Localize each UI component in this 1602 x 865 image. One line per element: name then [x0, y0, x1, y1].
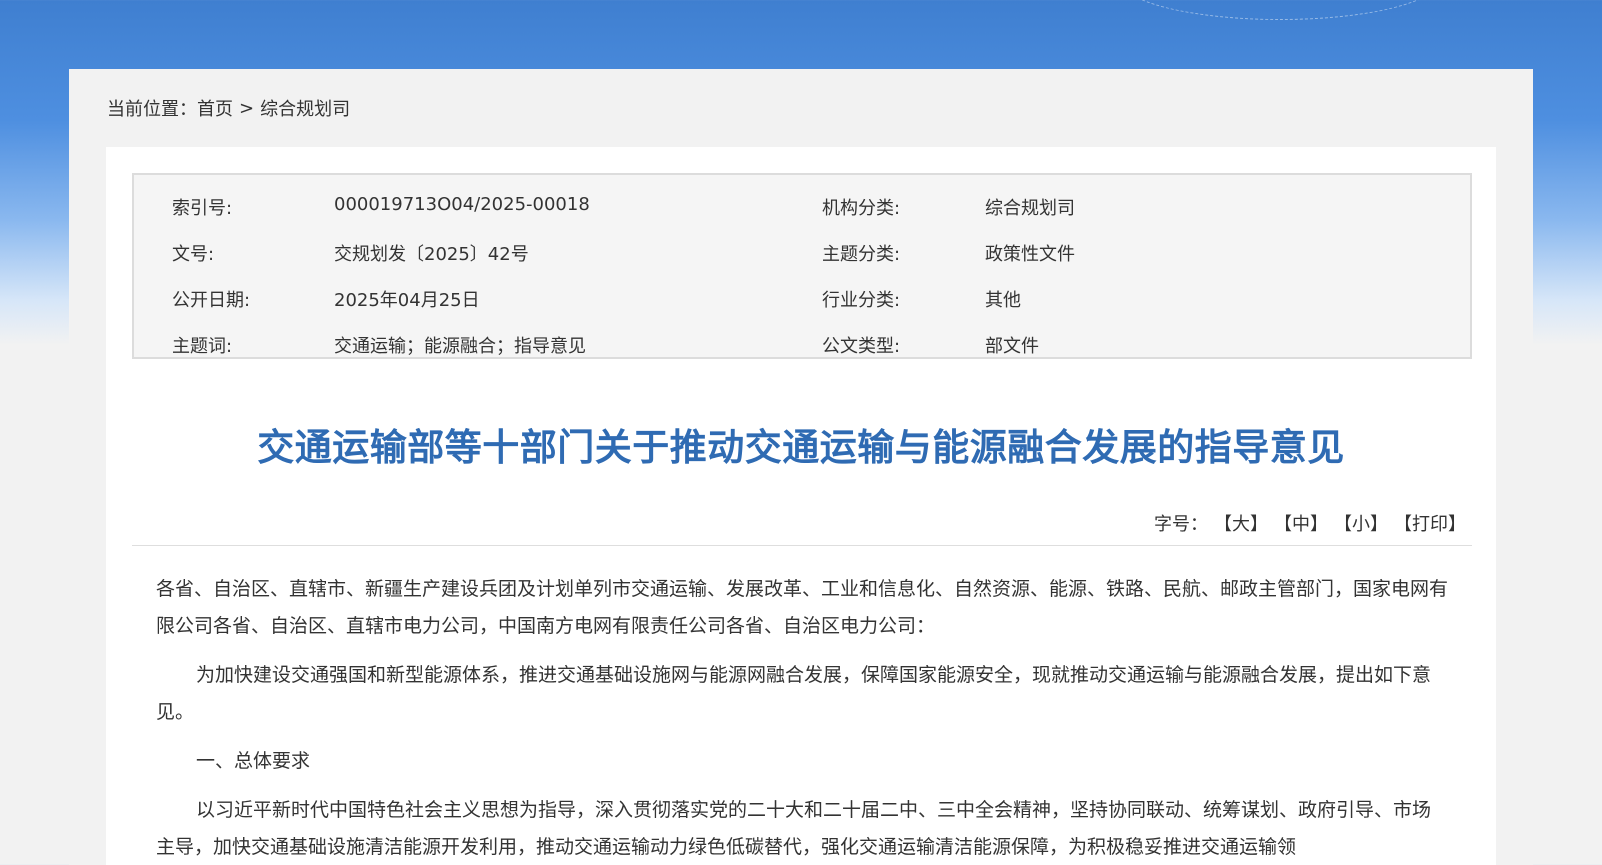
breadcrumb: 当前位置： 首页 > 综合规划司: [107, 95, 350, 121]
metadata-row: 文号: 交规划发〔2025〕42号 主题分类: 政策性文件: [134, 230, 1470, 276]
meta-key: 文号:: [172, 244, 215, 265]
article-body: 各省、自治区、直辖市、新疆生产建设兵团及计划单列市交通运输、发展改革、工业和信息…: [156, 571, 1448, 865]
print-button[interactable]: 【打印】: [1394, 510, 1466, 536]
font-size-controls: 字号： 【大】 【中】 【小】 【打印】: [1154, 510, 1466, 536]
meta-key: 公文类型:: [822, 336, 901, 357]
meta-key: 行业分类:: [822, 290, 901, 311]
body-paragraph: 以习近平新时代中国特色社会主义思想为指导，深入贯彻落实党的二十大和二十届二中、三…: [156, 799, 1432, 858]
body-paragraph: 各省、自治区、直辖市、新疆生产建设兵团及计划单列市交通运输、发展改革、工业和信息…: [156, 578, 1449, 637]
font-large-button[interactable]: 【大】: [1214, 510, 1268, 536]
metadata-row: 公开日期: 2025年04月25日 行业分类: 其他: [134, 276, 1470, 322]
article-title: 交通运输部等十部门关于推动交通运输与能源融合发展的指导意见: [257, 426, 1345, 469]
font-medium-button[interactable]: 【中】: [1274, 510, 1328, 536]
breadcrumb-separator: >: [239, 97, 255, 119]
meta-value: 其他: [985, 290, 1021, 311]
metadata-row: 索引号: 000019713O04/2025-00018 机构分类: 综合规划司: [134, 184, 1470, 230]
metadata-table: 索引号: 000019713O04/2025-00018 机构分类: 综合规划司…: [132, 173, 1472, 359]
article-panel: 索引号: 000019713O04/2025-00018 机构分类: 综合规划司…: [106, 147, 1496, 865]
meta-value: 部文件: [985, 336, 1039, 357]
section-heading: 一、总体要求: [196, 750, 311, 772]
breadcrumb-prefix: 当前位置：: [107, 99, 197, 120]
meta-key: 主题分类:: [822, 244, 901, 265]
font-size-label: 字号：: [1154, 514, 1208, 535]
font-small-button[interactable]: 【小】: [1334, 510, 1388, 536]
meta-key: 机构分类:: [822, 198, 901, 219]
meta-key: 公开日期:: [172, 290, 251, 311]
divider: [132, 545, 1472, 546]
meta-value: 综合规划司: [985, 198, 1075, 219]
meta-value: 交通运输；能源融合；指导意见: [334, 336, 586, 357]
metadata-row: 主题词: 交通运输；能源融合；指导意见 公文类型: 部文件: [134, 322, 1470, 368]
meta-value: 2025年04月25日: [334, 290, 480, 311]
meta-value: 政策性文件: [985, 244, 1075, 265]
header-decoration: [1120, 0, 1440, 20]
breadcrumb-home-link[interactable]: 首页: [197, 95, 233, 121]
content-container: 当前位置： 首页 > 综合规划司 索引号: 000019713O04/2025-…: [69, 69, 1533, 865]
meta-key: 索引号:: [172, 198, 233, 219]
meta-value: 交规划发〔2025〕42号: [334, 244, 529, 265]
breadcrumb-current-link[interactable]: 综合规划司: [260, 95, 350, 121]
meta-value: 000019713O04/2025-00018: [334, 194, 590, 215]
meta-key: 主题词:: [172, 336, 233, 357]
body-paragraph: 为加快建设交通强国和新型能源体系，推进交通基础设施网与能源网融合发展，保障国家能…: [156, 664, 1432, 723]
